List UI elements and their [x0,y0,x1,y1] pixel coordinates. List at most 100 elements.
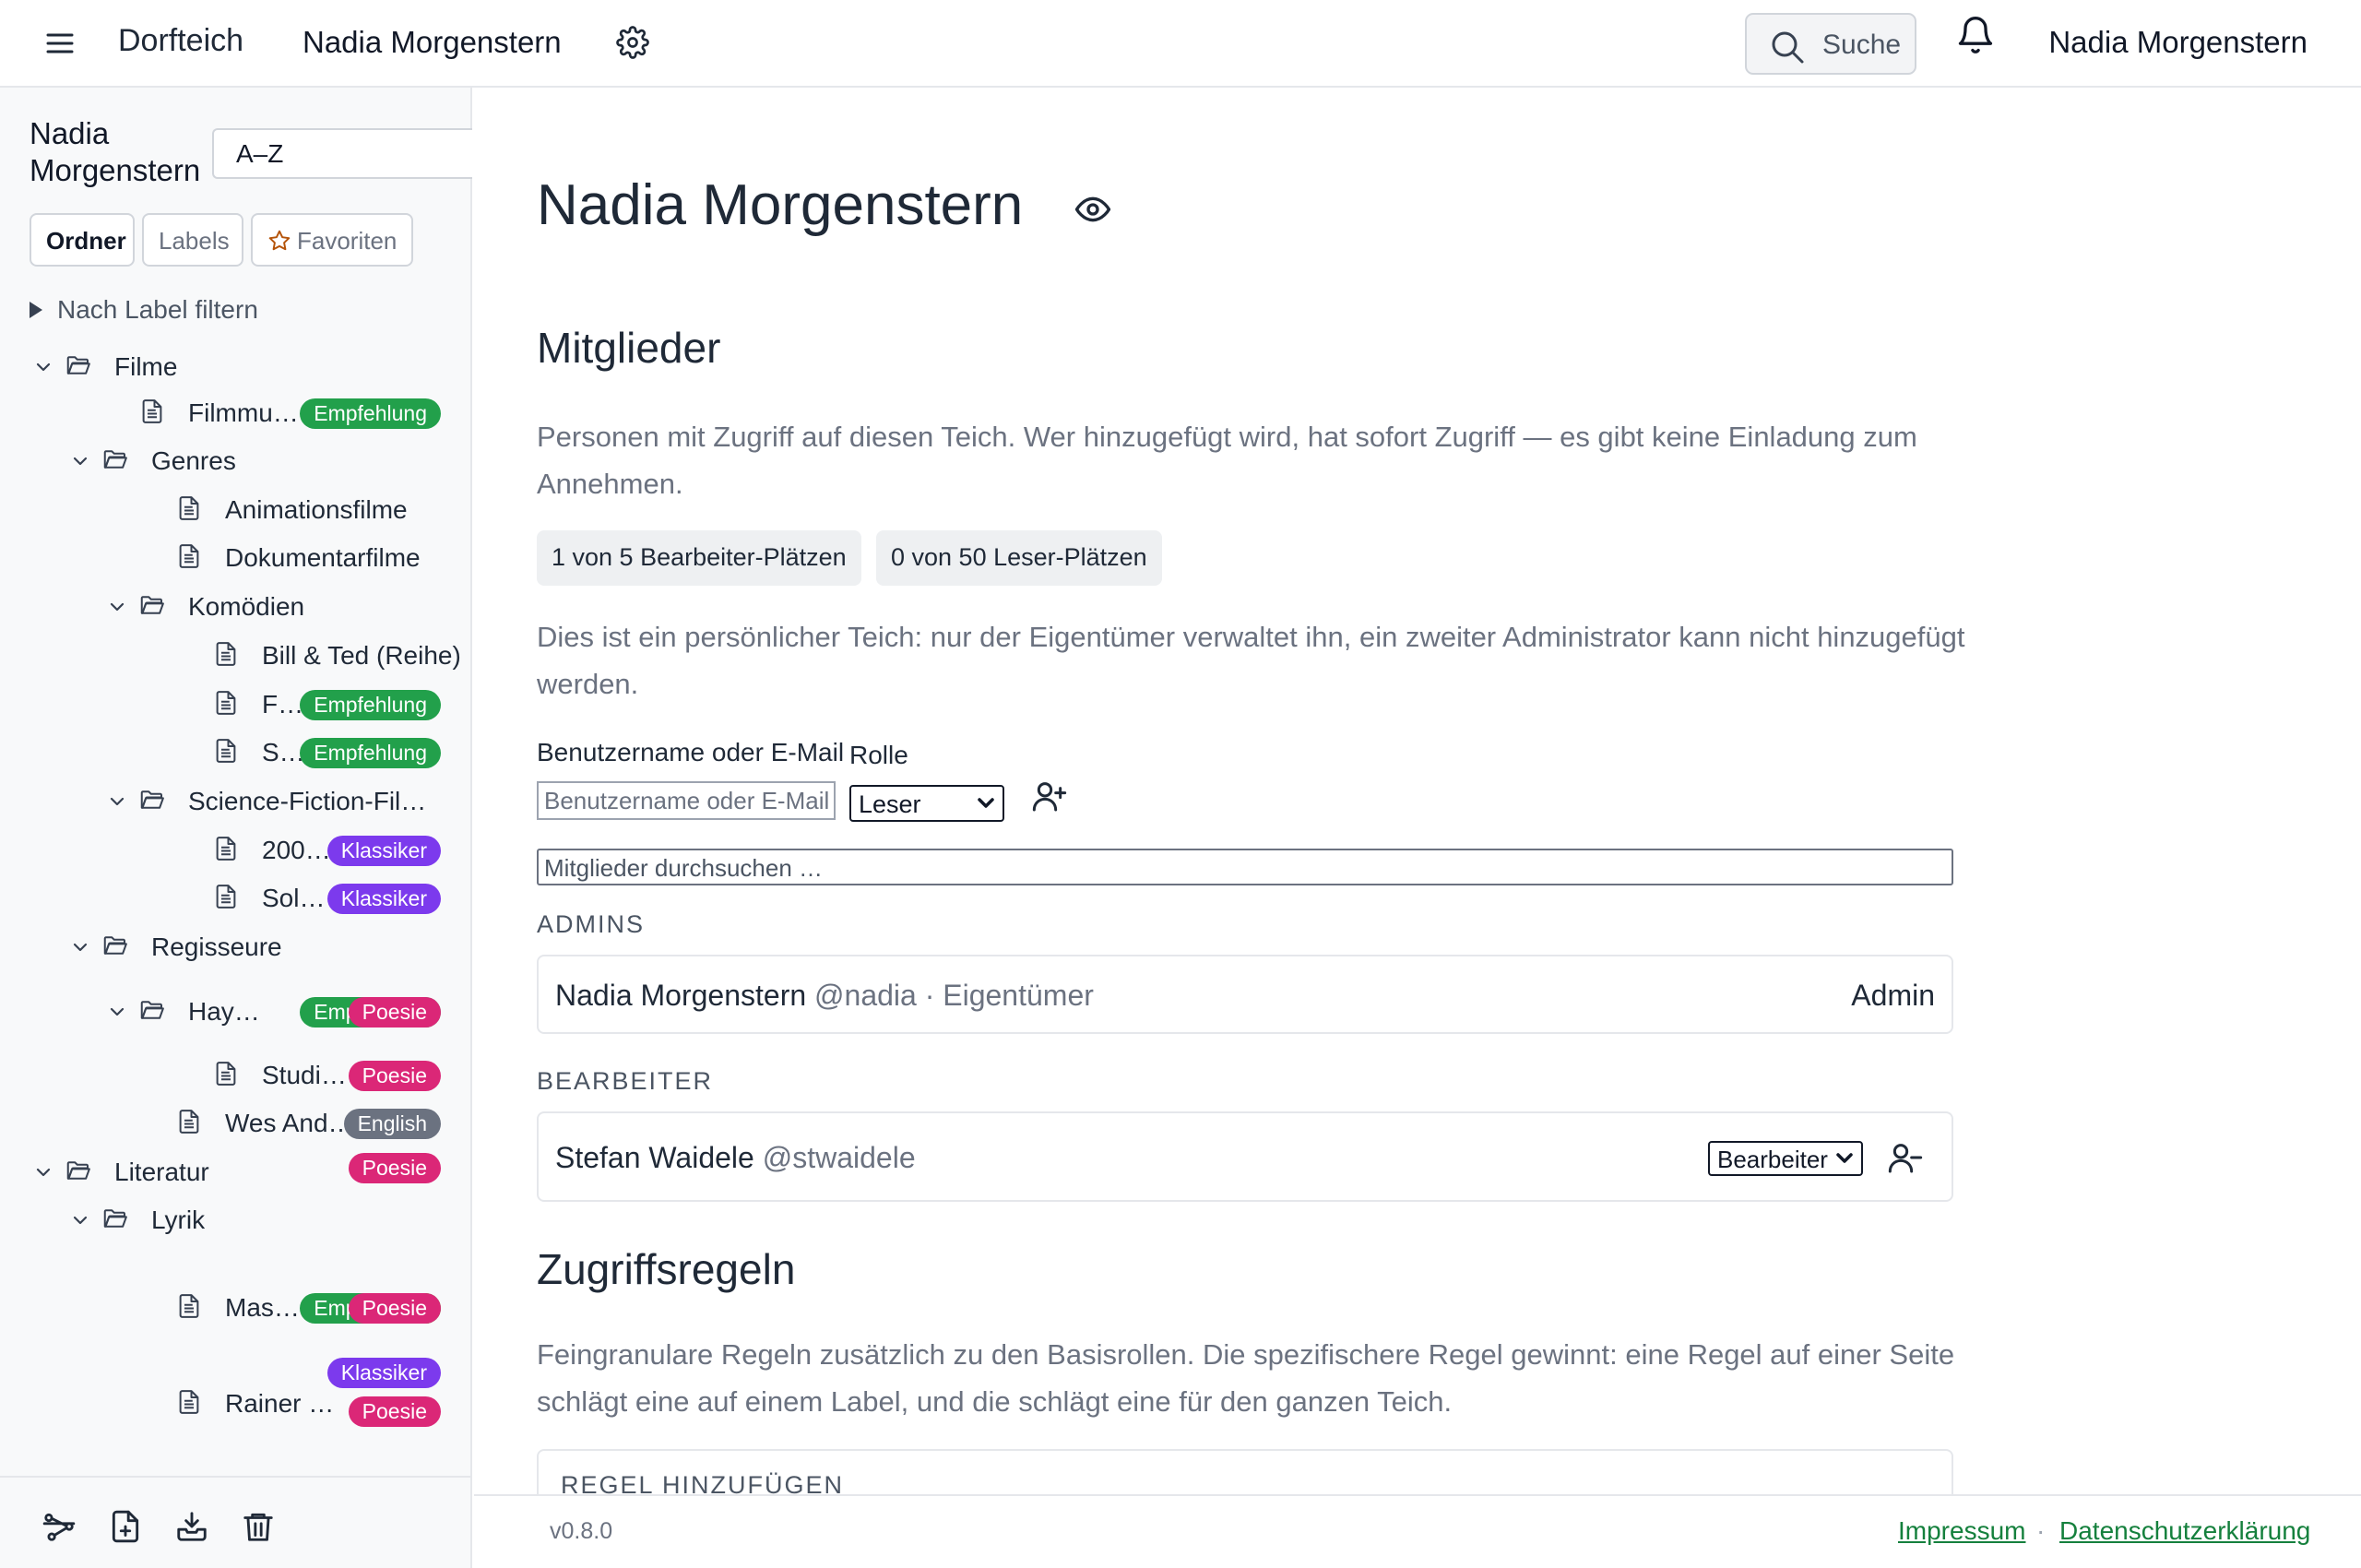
sidebar: Nadia Morgenstern A–Z Ordner Labels Favo… [0,88,472,1568]
tree-page-row[interactable]: Studi… Poesie [0,1052,452,1099]
hamburger-menu-icon[interactable] [44,28,76,59]
tab-labels[interactable]: Labels [142,213,243,267]
label-badge[interactable]: Poesie [348,1293,441,1324]
settings-gear-icon[interactable] [616,26,649,59]
label-badge[interactable]: English [343,1109,441,1139]
member-handle: @nadia · Eigentümer [814,979,1094,1012]
personal-pond-note: Dies ist ein persönlicher Teich: nur der… [537,621,1965,700]
remove-member-icon[interactable] [1887,1139,1924,1176]
role-select[interactable]: Leser [849,785,1004,822]
folder-open-icon [138,591,166,619]
privacy-link[interactable]: Datenschutzerklärung [2059,1516,2310,1546]
member-name: Stefan Waidele [555,1141,754,1174]
sort-select[interactable]: A–Z [212,128,472,179]
search-icon [1772,31,1804,64]
tree-folder-row[interactable]: Filme [0,344,452,390]
tree-item-label: Regisseure [151,932,282,961]
tab-favoriten[interactable]: Favoriten [251,213,413,267]
page-icon [175,1292,203,1320]
editor-member-card: Stefan Waidele @stwaidele Bearbeiter [537,1111,1953,1202]
tree-page-row[interactable]: Bill & Ted (Reihe) [0,633,461,679]
notifications-bell-icon[interactable] [1955,13,1996,57]
chevron-down-icon[interactable] [70,451,90,471]
tree-item-label: Mas… [225,1293,300,1322]
reader-seats-chip: 0 von 50 Leser-Plätzen [876,530,1162,586]
label-badge[interactable]: Klassiker [326,1358,441,1388]
footer: v0.8.0 Impressum · Datenschutzerklärung [474,1494,2361,1568]
member-handle: @stwaidele [762,1141,916,1174]
star-icon [267,229,291,253]
tree-folder-row[interactable]: Komödien [0,584,452,630]
member-role-select-value: Bearbeiter [1717,1146,1828,1173]
tab-ordner[interactable]: Ordner [30,213,135,267]
top-bar: Dorfteich Nadia Morgenstern Suche Nadia … [0,0,2361,88]
role-select-value: Leser [859,790,921,818]
page-icon [175,542,203,570]
page-icon [212,1060,240,1087]
tree-page-row[interactable]: Dokumentarfilme [0,535,452,581]
label-filter-toggle[interactable]: Nach Label filtern [30,295,258,325]
tree-page-row[interactable]: Rainer … Klassiker Poesie [0,1358,452,1427]
tree-page-row[interactable]: S… Empfehlung [0,730,452,776]
main-content: Nadia Morgenstern Mitglieder Personen mi… [474,89,2361,1494]
tree-page-row[interactable]: Wes And… English [0,1100,452,1146]
trash-icon[interactable] [241,1509,276,1544]
tree-item-label: Hay… [188,997,260,1026]
page-icon [212,640,240,668]
label-badge[interactable]: Poesie [348,997,441,1028]
tree-page-row[interactable]: Animationsfilme [0,487,452,533]
member-search-input[interactable]: Mitglieder durchsuchen … [537,849,1953,885]
chevron-down-icon[interactable] [107,1002,127,1022]
editors-heading: BEARBEITER [537,1067,714,1095]
new-page-icon[interactable] [108,1509,143,1544]
tree-folder-row[interactable]: Genres [0,438,452,484]
search-button[interactable]: Suche [1745,13,1916,75]
tree-item-label: Komödien [188,592,305,621]
member-role-select[interactable]: Bearbeiter [1708,1141,1863,1176]
admin-member-name-row: Nadia Morgenstern @nadia · Eigentümer [555,979,1094,1013]
disclosure-triangle-icon [30,302,42,318]
chevron-down-icon[interactable] [33,357,53,377]
impressum-link[interactable]: Impressum [1898,1516,2025,1546]
admin-member-card: Nadia Morgenstern @nadia · Eigentümer Ad… [537,955,1953,1034]
workspace-name[interactable]: Nadia Morgenstern [303,25,562,60]
tree-item-label: Animationsfilme [225,495,408,524]
chevron-down-icon[interactable] [33,1162,53,1182]
user-menu[interactable]: Nadia Morgenstern [2048,25,2308,60]
username-input[interactable]: Benutzername oder E-Mail [537,781,836,820]
label-badge[interactable]: Empfehlung [300,690,441,720]
eye-icon[interactable] [1074,191,1111,228]
label-badge[interactable]: Empfehlung [300,398,441,429]
page-icon [175,1108,203,1135]
tree-item-label: Rainer … [225,1389,335,1418]
tree-folder-row[interactable]: Hay…EmpfehlungPoesie [0,989,452,1035]
tree-page-row[interactable]: F… Empfehlung [0,682,452,728]
tree-page-row[interactable]: Mas…BerlinEmpfehlungPoesie [0,1285,452,1331]
chevron-down-icon[interactable] [70,937,90,957]
tab-favoriten-label: Favoriten [297,227,397,255]
import-icon[interactable] [174,1509,209,1544]
tree-page-row[interactable]: Filmmu… Empfehlung [0,390,452,436]
tree-page-row[interactable]: Sol… Klassiker [0,875,452,921]
chevron-down-icon[interactable] [70,1210,90,1230]
label-badge[interactable]: Poesie [348,1153,441,1183]
graph-icon[interactable] [42,1509,77,1544]
tree-folder-row[interactable]: Lyrik Poesie [0,1153,452,1243]
label-badge[interactable]: Poesie [348,1061,441,1091]
app-brand[interactable]: Dorfteich [118,23,243,59]
chevron-down-icon[interactable] [107,791,127,812]
label-badge[interactable]: Empfehlung [300,738,441,768]
tree-page-row[interactable]: 200… Klassiker [0,827,452,873]
page-icon [212,737,240,765]
tree-item-label: Bill & Ted (Reihe) [262,641,461,670]
tree-folder-row[interactable]: Science-Fiction-Fil… [0,778,452,825]
add-member-icon[interactable] [1031,778,1068,814]
label-badge[interactable]: Klassiker [326,836,441,866]
chevron-down-icon[interactable] [107,597,127,617]
tree-folder-row[interactable]: Regisseure [0,924,452,970]
footer-separator: · [2036,1516,2046,1545]
label-badge[interactable]: Klassiker [326,884,441,914]
tree-item-label: F… [262,690,304,719]
label-badge[interactable]: Poesie [348,1396,441,1427]
tree-item-label: Wes And… [225,1109,354,1137]
